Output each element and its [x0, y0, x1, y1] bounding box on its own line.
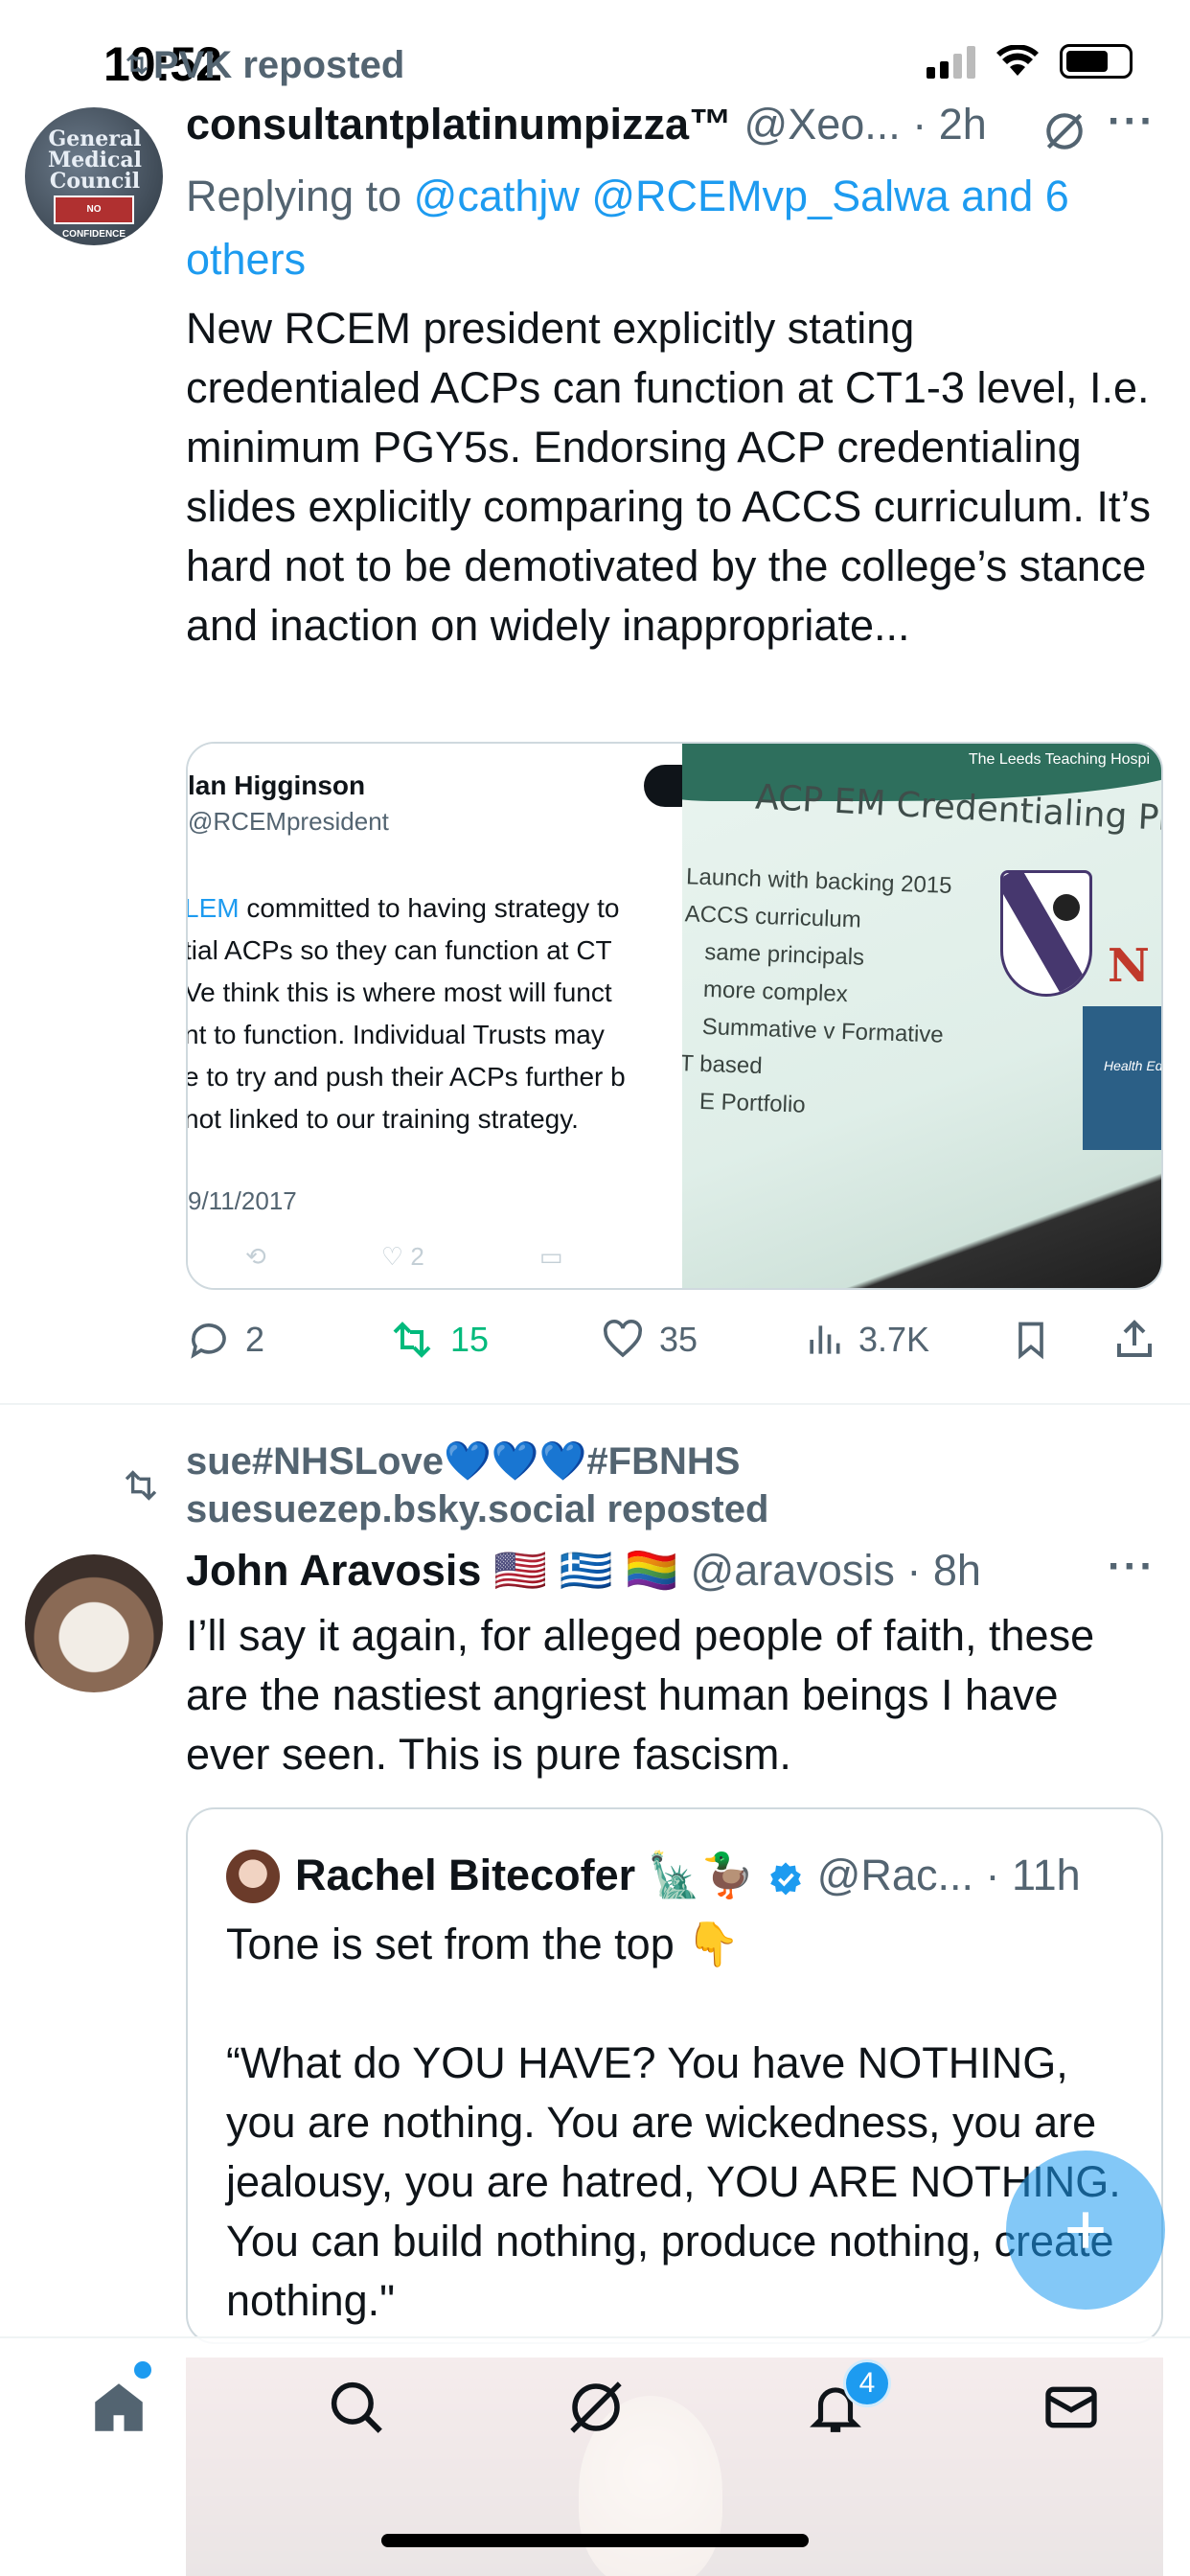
heart-icon — [603, 1319, 643, 1358]
mail-icon — [1045, 2386, 1097, 2428]
embedded-tweet-actions: ⟲ ♡ 2 ▭ — [245, 1242, 562, 1272]
slide-hospital-name: The Leeds Teaching Hospi — [968, 751, 1150, 768]
verified-badge-icon — [770, 1862, 802, 1896]
tab-home[interactable] — [80, 2369, 157, 2446]
post1-media[interactable]: lan Higginson @RCEMpresident LEM committ… — [186, 742, 1163, 1290]
tab-search[interactable] — [318, 2369, 395, 2446]
slide-crest-logo — [1000, 870, 1092, 997]
embedded-follow-button — [644, 765, 682, 807]
battery-icon — [1060, 44, 1133, 79]
post2-repost-label: sue#NHSLove💙💙💙#FBNHS suesuezep.bsky.soci… — [186, 1440, 769, 1530]
repost-icon — [393, 1322, 431, 1358]
quoted-author-emojis: 🗽🦆 — [647, 1851, 755, 1899]
bookmark-button[interactable] — [1010, 1317, 1052, 1363]
status-icons — [927, 44, 1133, 79]
quoted-post-text: Tone is set from the top 👇 “What do YOU … — [226, 1920, 1121, 2325]
grok-icon[interactable] — [1041, 107, 1088, 155]
repost-count: 15 — [450, 1320, 490, 1359]
repost-button[interactable]: 15 — [387, 1317, 489, 1363]
embedded-tweet-handle: @RCEMpresident — [188, 807, 389, 836]
search-icon — [331, 2381, 382, 2433]
home-unread-dot — [134, 2361, 151, 2379]
reply-icon — [191, 1323, 226, 1359]
post1-more-button[interactable]: ··· — [1108, 98, 1156, 146]
post2-author-name[interactable]: John Aravosis — [186, 1546, 481, 1595]
embedded-tweet-body: LEM committed to having strategy to tial… — [188, 893, 626, 1134]
embedded-like-icon: ♡ 2 — [380, 1242, 424, 1271]
quoted-author-name: Rachel Bitecofer — [295, 1851, 636, 1899]
slide-photo-image[interactable]: The Leeds Teaching Hospi ACP EM Credenti… — [682, 744, 1161, 1288]
post1-text: New RCEM president explicitly stating cr… — [186, 304, 1152, 650]
post2-more-button[interactable]: ··· — [1108, 1543, 1156, 1591]
post2-avatar[interactable] — [25, 1554, 163, 1692]
home-icon — [95, 2383, 143, 2431]
like-count: 35 — [659, 1320, 698, 1359]
repost-small-icon — [126, 54, 149, 75]
quoted-handle-time: @Rac... · 11h — [816, 1851, 1081, 1899]
quoted-author-avatar — [226, 1850, 280, 1903]
bookmark-icon — [1018, 1322, 1043, 1360]
views-button[interactable]: 3.7K — [803, 1317, 929, 1363]
plus-icon — [1067, 2212, 1104, 2248]
home-indicator[interactable] — [381, 2534, 809, 2547]
share-icon — [1117, 1320, 1152, 1357]
repost-label-icon — [125, 1470, 157, 1501]
quoted-post-header: Rachel Bitecofer 🗽🦆 @Rac... · 11h — [295, 1850, 1081, 1900]
embedded-tweet-image[interactable]: lan Higginson @RCEMpresident LEM committ… — [188, 744, 682, 1288]
cellular-signal-icon — [927, 44, 975, 79]
compose-button[interactable] — [1006, 2150, 1165, 2310]
post1-actions: 2 15 35 3.7K — [186, 1311, 1163, 1368]
post2-handle-time[interactable]: @aravosis · 8h — [691, 1546, 981, 1595]
analytics-icon — [810, 1325, 840, 1354]
reply-count: 2 — [245, 1320, 265, 1359]
notifications-badge: 4 — [843, 2359, 891, 2407]
slide-nhs-logo: N — [1108, 939, 1150, 993]
share-button[interactable] — [1111, 1317, 1157, 1363]
embedded-repost-icon: ⟲ — [245, 1242, 266, 1271]
like-button[interactable]: 35 — [600, 1317, 698, 1363]
post2-flags: 🇺🇸 🇬🇷 🏳️‍🌈 — [492, 1546, 679, 1595]
post2-text: I’ll say it again, for alleged people of… — [186, 1611, 1095, 1779]
reply-prefix: Replying to — [186, 172, 414, 220]
avatar-logo-text: General Medical Council — [47, 126, 143, 194]
blue-hearts: 💙💙💙 — [443, 1440, 587, 1483]
post1-author-name[interactable]: consultantplatinumpizza™ — [186, 100, 732, 149]
embedded-tweet-date: 9/11/2017 — [188, 1186, 297, 1215]
post1-avatar[interactable]: General Medical Council NO CONFIDENCE — [25, 107, 163, 245]
views-count: 3.7K — [858, 1320, 930, 1359]
grok-tab-icon — [570, 2381, 622, 2433]
post1-reply-line: Replying to @cathjw @RCEMvp_Salwa and 6 … — [186, 165, 1144, 291]
slide-bullets: Launch with backing 2015 ACCS curriculum… — [682, 863, 953, 1118]
avatar-badge: NO CONFIDENCE — [54, 196, 134, 240]
embedded-tweet-name: lan Higginson — [188, 770, 366, 800]
embedded-bookmark-icon: ▭ — [538, 1242, 563, 1271]
tab-messages[interactable] — [1033, 2369, 1110, 2446]
wifi-icon — [996, 45, 1039, 76]
post-divider — [0, 1403, 1190, 1405]
post1-handle-time[interactable]: @Xeo... · 2h — [744, 100, 987, 149]
post1-repost-label: PVK reposted — [153, 44, 405, 86]
post1-header: consultantplatinumpizza™ @Xeo... · 2h — [186, 100, 987, 150]
tab-grok[interactable] — [558, 2369, 634, 2446]
reply-button[interactable]: 2 — [186, 1317, 264, 1363]
slide-hee-logo: Health Ed — [1083, 1006, 1161, 1150]
post2-header: John Aravosis 🇺🇸 🇬🇷 🏳️‍🌈 @aravosis · 8h — [186, 1545, 981, 1596]
